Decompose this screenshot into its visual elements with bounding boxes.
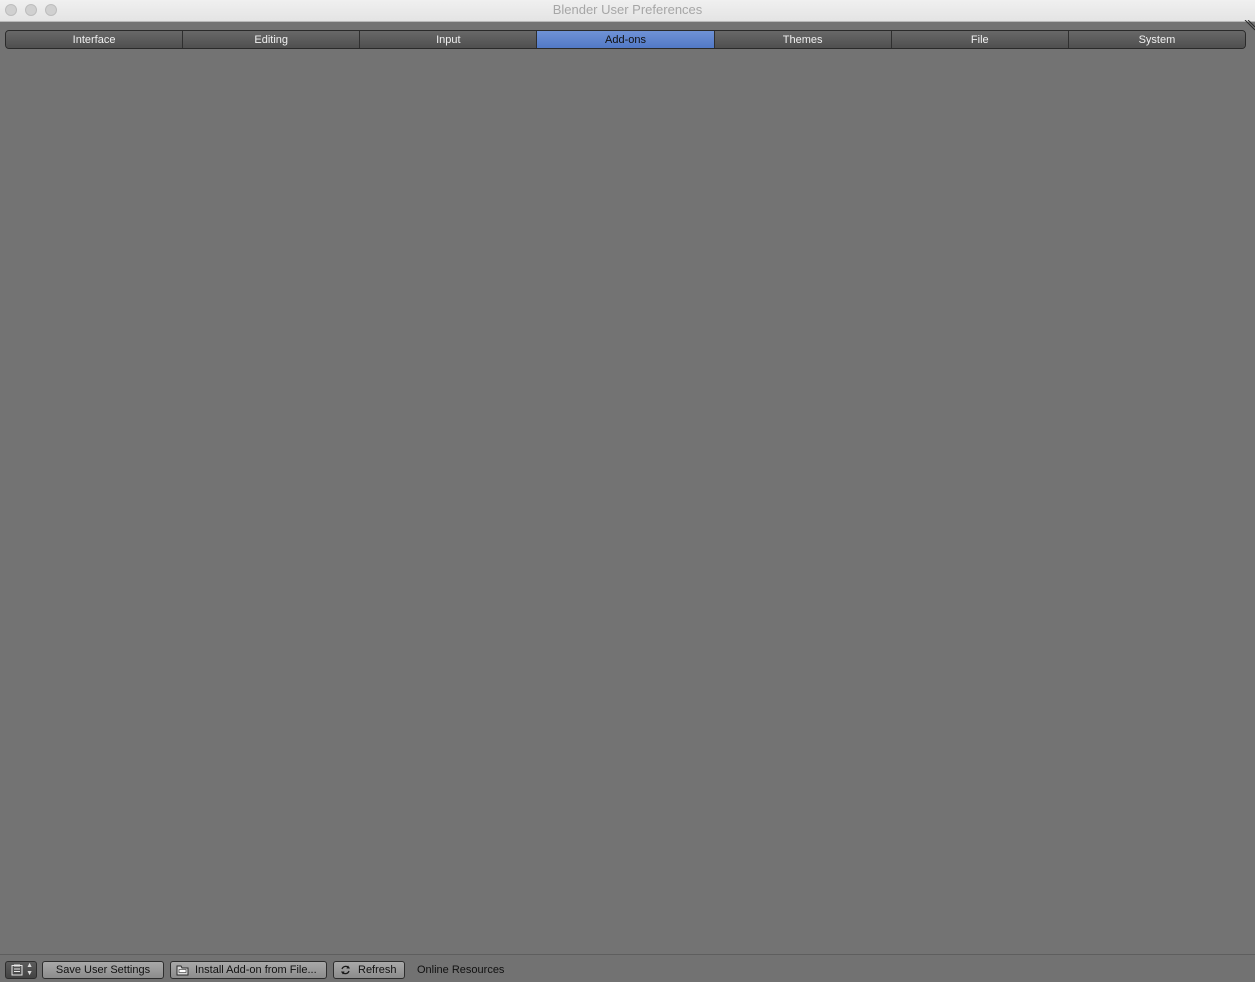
refresh-label: Refresh <box>358 964 397 976</box>
tab-system[interactable]: System <box>1068 31 1245 48</box>
tab-themes[interactable]: Themes <box>714 31 892 48</box>
folder-icon <box>176 965 189 976</box>
save-user-settings-button[interactable]: Save User Settings <box>42 961 164 979</box>
tab-add-ons[interactable]: Add-ons <box>537 31 715 48</box>
title-bar: Blender User Preferences <box>0 0 1255 22</box>
preferences-tab-bar: Interface Editing Input Add-ons Themes F… <box>5 30 1246 49</box>
bottom-toolbar: ▲ ▼ Save User Settings Install Add-on fro… <box>0 954 1255 982</box>
chevron-up-down-icon: ▲ ▼ <box>26 962 33 977</box>
install-add-on-label: Install Add-on from File... <box>195 964 317 976</box>
online-resources-label[interactable]: Online Resources <box>417 964 504 976</box>
refresh-button[interactable]: Refresh <box>333 961 405 979</box>
preferences-window: Blender User Preferences Interface Editi… <box>0 0 1255 982</box>
tab-editing[interactable]: Editing <box>183 31 361 48</box>
install-add-on-button[interactable]: Install Add-on from File... <box>170 961 327 979</box>
refresh-icon <box>341 965 350 975</box>
window-title: Blender User Preferences <box>552 2 703 17</box>
editor-type-selector[interactable]: ▲ ▼ <box>5 961 37 979</box>
tab-interface[interactable]: Interface <box>6 31 184 48</box>
tab-file[interactable]: File <box>891 31 1069 48</box>
preferences-icon <box>11 964 23 976</box>
tab-input[interactable]: Input <box>360 31 538 48</box>
add-ons-content-area <box>0 52 1255 954</box>
